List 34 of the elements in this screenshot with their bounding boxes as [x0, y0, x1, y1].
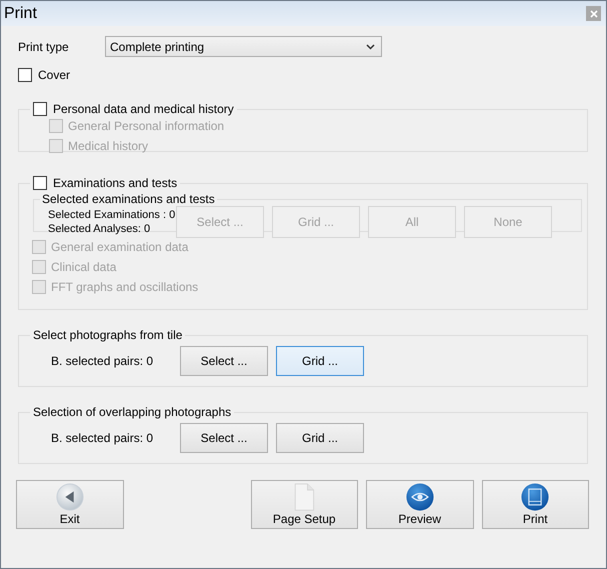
action-button[interactable]: Print [482, 480, 589, 529]
close-button[interactable] [586, 6, 601, 21]
photo-button[interactable]: Select ... [180, 346, 268, 376]
cover-checkbox[interactable] [18, 68, 32, 82]
print-type-dropdown[interactable]: Complete printing [105, 36, 382, 57]
close-icon [590, 10, 598, 18]
group-title: Examinations and tests [53, 176, 178, 190]
group-title: Personal data and medical history [53, 102, 234, 116]
print-type-label: Print type [18, 40, 70, 54]
action-button[interactable]: Page Setup [250, 480, 358, 529]
personal-data-checkbox[interactable] [33, 102, 47, 116]
count-text: B. selected pairs: 0 [50, 354, 154, 368]
checkbox-label: Cover [38, 68, 70, 82]
checkbox-label: General Personal information [68, 119, 224, 133]
action-button[interactable]: Preview [366, 480, 474, 529]
eye-icon [404, 483, 436, 511]
window-title: Print [4, 4, 37, 22]
checkbox-label: FFT graphs and oscillations [51, 280, 198, 294]
action-button[interactable]: Exit [16, 480, 124, 529]
checkbox-label: General examination data [51, 240, 188, 254]
count-text: B. selected pairs: 0 [50, 431, 154, 445]
count-text: Selected Analyses: 0 [48, 223, 152, 235]
document-icon [519, 483, 552, 511]
count-text: Selected Examinations : 0 [48, 209, 176, 221]
examinations-checkbox[interactable] [33, 176, 47, 190]
checkbox-label: Medical history [68, 139, 148, 153]
photo-button[interactable]: Grid ... [276, 423, 364, 453]
photo-button[interactable]: Grid ... [276, 346, 364, 376]
group-title: Select photographs from tile [33, 328, 182, 342]
group-title: Selection of overlapping photographs [33, 405, 232, 419]
checkbox-label: Clinical data [51, 260, 116, 274]
subgroup-title: Selected examinations and tests [42, 192, 215, 206]
photo-button[interactable]: Select ... [180, 423, 268, 453]
chevron-down-icon [366, 44, 375, 50]
